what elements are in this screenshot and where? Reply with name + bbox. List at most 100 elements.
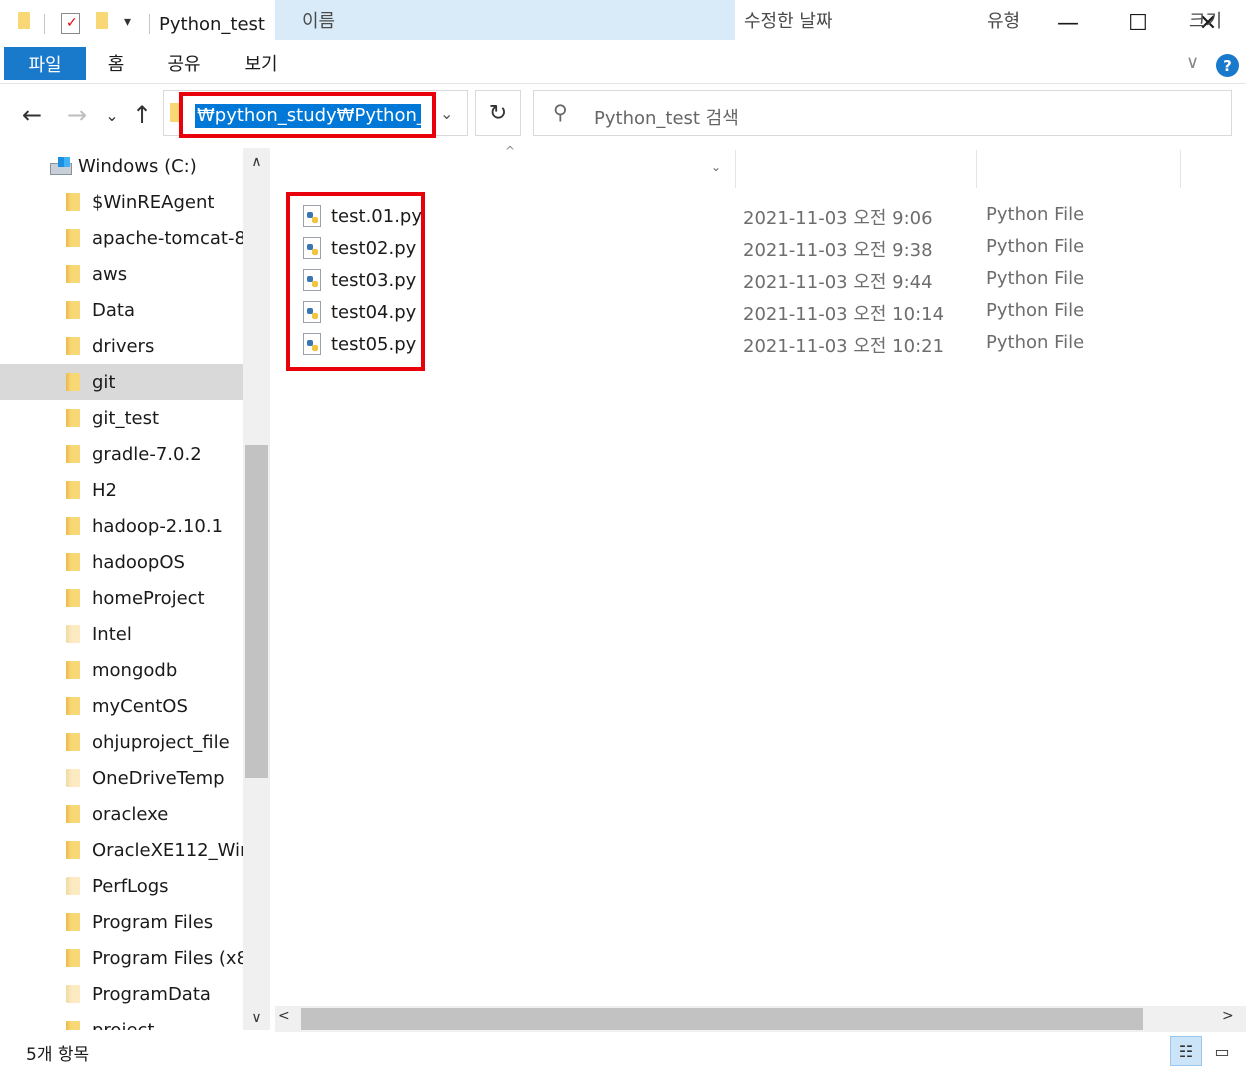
scroll-right-icon[interactable]: > — [1222, 1008, 1234, 1024]
tab-view[interactable]: 보기 — [234, 46, 288, 80]
tab-file[interactable]: 파일 — [4, 47, 86, 80]
folder-icon — [66, 697, 80, 715]
back-button[interactable]: ← — [17, 100, 47, 130]
sidebar-item-label: apache-tomcat-8.5 — [92, 227, 243, 249]
sidebar-item-label: ohjuproject_file — [92, 731, 230, 753]
file-type: Python File — [986, 236, 1085, 257]
sort-ascending-icon: ^ — [505, 144, 516, 158]
folder-icon — [66, 589, 80, 607]
sidebar-item[interactable]: Program Files — [0, 904, 243, 940]
scroll-left-icon[interactable]: < — [278, 1008, 290, 1024]
column-header-type[interactable]: 유형 — [987, 0, 1020, 40]
sidebar-scrollbar-thumb[interactable] — [245, 445, 268, 778]
sidebar-item[interactable]: ProgramData — [0, 976, 243, 1012]
sidebar-item[interactable]: aws — [0, 256, 243, 292]
sidebar-item-label: mongodb — [92, 659, 178, 681]
sidebar-item-label: H2 — [92, 479, 117, 501]
sidebar-item-label: Windows (C:) — [78, 155, 197, 177]
sidebar-item[interactable]: Data — [0, 292, 243, 328]
up-button[interactable]: ↑ — [127, 100, 157, 130]
sidebar-item[interactable]: oraclexe — [0, 796, 243, 832]
sidebar-item-label: $WinREAgent — [92, 191, 215, 213]
forward-button[interactable]: → — [62, 100, 92, 130]
sidebar-item[interactable]: git — [0, 364, 243, 400]
sidebar-item[interactable]: homeProject — [0, 580, 243, 616]
column-header-name[interactable]: 이름 — [275, 0, 735, 40]
address-dropdown-icon[interactable]: ⌄ — [440, 104, 453, 123]
folder-icon — [66, 553, 80, 571]
sidebar-item[interactable]: gradle-7.0.2 — [0, 436, 243, 472]
new-folder-icon[interactable] — [96, 12, 108, 29]
folder-icon — [66, 373, 80, 391]
minimize-button[interactable]: — — [1033, 0, 1103, 46]
file-type: Python File — [986, 300, 1085, 321]
refresh-button[interactable]: ↻ — [475, 90, 521, 136]
column-header-size[interactable]: 크기 — [1189, 0, 1222, 40]
file-modified: 2021-11-03 오전 9:44 — [743, 272, 933, 293]
sidebar-item[interactable]: H2 — [0, 472, 243, 508]
tab-share[interactable]: 공유 — [158, 46, 210, 80]
folder-icon — [66, 733, 80, 751]
maximize-button[interactable]: ☐ — [1103, 0, 1173, 46]
folder-icon — [66, 301, 80, 319]
sidebar-item[interactable]: hadoopOS — [0, 544, 243, 580]
sidebar-item[interactable]: PerfLogs — [0, 868, 243, 904]
folder-icon — [66, 805, 80, 823]
horizontal-scrollbar-thumb[interactable] — [301, 1008, 1143, 1030]
sidebar-item[interactable]: mongodb — [0, 652, 243, 688]
item-count: 5개 항목 — [26, 1045, 90, 1065]
column-header-modified[interactable]: 수정한 날짜 — [744, 0, 833, 40]
folder-icon — [66, 841, 80, 859]
folder-icon — [66, 769, 80, 787]
sidebar-item-label: oraclexe — [92, 803, 169, 825]
sidebar-item[interactable]: $WinREAgent — [0, 184, 243, 220]
sidebar-item-label: Intel — [92, 623, 132, 645]
folder-icon — [66, 481, 80, 499]
folder-icon — [66, 1021, 80, 1030]
recent-locations-button[interactable]: ⌄ — [97, 100, 127, 130]
folder-icon — [66, 229, 80, 247]
sidebar-item[interactable]: git_test — [0, 400, 243, 436]
sidebar-scroll-up-icon[interactable]: ∧ — [243, 150, 270, 174]
sidebar-item[interactable]: project — [0, 1012, 243, 1030]
sidebar-item-label: Program Files (x86) — [92, 947, 243, 969]
sidebar-item-label: aws — [92, 263, 128, 285]
sidebar-scroll-down-icon[interactable]: ∨ — [243, 1006, 270, 1030]
sidebar-item[interactable]: ohjuproject_file — [0, 724, 243, 760]
folder-icon — [66, 985, 80, 1003]
sidebar-item-drive[interactable]: Windows (C:) — [0, 148, 243, 184]
sidebar-item-label: Program Files — [92, 911, 214, 933]
sidebar-item[interactable]: Intel — [0, 616, 243, 652]
files-highlight-box — [286, 192, 425, 371]
expand-ribbon-chevron-icon[interactable]: ∨ — [1186, 52, 1199, 73]
properties-icon[interactable]: ✓ — [61, 13, 80, 34]
sidebar-item[interactable]: OneDriveTemp — [0, 760, 243, 796]
folder-icon — [66, 409, 80, 427]
sidebar-item-label: hadoop-2.10.1 — [92, 515, 224, 537]
details-view-button[interactable]: ☷ — [1170, 1036, 1202, 1066]
sidebar-item[interactable]: Program Files (x86) — [0, 940, 243, 976]
folder-icon — [66, 661, 80, 679]
sidebar-item[interactable]: hadoop-2.10.1 — [0, 508, 243, 544]
folder-icon — [66, 913, 80, 931]
folder-icon — [66, 517, 80, 535]
customize-quick-access-icon[interactable]: ▾ — [124, 14, 131, 30]
file-type: Python File — [986, 332, 1085, 353]
file-modified: 2021-11-03 오전 9:06 — [743, 208, 933, 229]
folder-icon — [66, 625, 80, 643]
sidebar-item-label: myCentOS — [92, 695, 188, 717]
name-column-dropdown-icon[interactable]: ⌄ — [711, 160, 721, 174]
help-button[interactable]: ? — [1216, 54, 1239, 77]
folder-icon — [66, 877, 80, 895]
sidebar-item-label: git_test — [92, 407, 160, 429]
file-modified: 2021-11-03 오전 10:14 — [743, 304, 945, 325]
tab-home[interactable]: 홈 — [96, 46, 136, 80]
navigation-pane: Windows (C:) $WinREAgent apache-tomcat-8.… — [0, 148, 270, 1030]
sidebar-item[interactable]: apache-tomcat-8.5 — [0, 220, 243, 256]
sidebar-item[interactable]: OracleXE112_Win6 — [0, 832, 243, 868]
sidebar-item[interactable]: drivers — [0, 328, 243, 364]
sidebar-item[interactable]: myCentOS — [0, 688, 243, 724]
search-placeholder: Python_test 검색 — [594, 108, 739, 129]
large-icons-view-button[interactable]: ▭ — [1208, 1036, 1236, 1066]
address-highlight-box — [179, 92, 436, 138]
